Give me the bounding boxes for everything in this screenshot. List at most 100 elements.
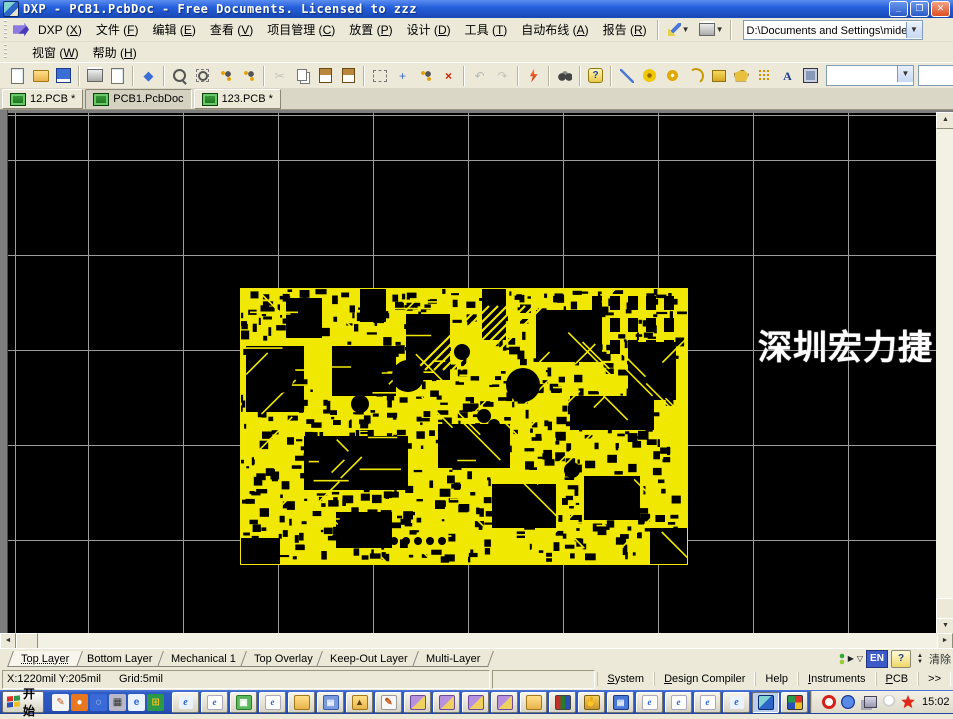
menu-item-7[interactable]: 工具 (T) — [458, 19, 515, 40]
layer-tab-mechanical-1[interactable]: Mechanical 1 — [157, 651, 250, 667]
copy-button[interactable] — [291, 65, 314, 87]
select-rect-button[interactable] — [368, 65, 391, 87]
filter-icon[interactable]: ▽ — [857, 654, 863, 663]
taskbar-button-15[interactable]: ▤ — [607, 692, 634, 713]
toolbar-combobox-dropdown-icon-0[interactable]: ▼ — [897, 66, 913, 82]
dropdown-arrow-icon[interactable]: ▼ — [682, 25, 690, 34]
menu-item-1[interactable]: 文件 (F) — [89, 19, 146, 40]
print-button[interactable] — [83, 65, 106, 87]
document-tab-2[interactable]: 123.PCB * — [194, 89, 281, 109]
fit-document-button[interactable] — [214, 65, 237, 87]
media-player-icon[interactable]: ● — [71, 694, 88, 711]
layer-tab-keep-out-layer[interactable]: Keep-Out Layer — [316, 651, 421, 667]
layer-tab-bottom-layer[interactable]: Bottom Layer — [73, 651, 166, 667]
scroll-right-icon[interactable]: ► — [937, 633, 953, 648]
taskbar-button-9[interactable] — [433, 692, 460, 713]
open-button[interactable] — [29, 65, 52, 87]
taskbar-button-18[interactable]: e — [694, 692, 721, 713]
tray-redring-icon[interactable] — [822, 695, 836, 709]
taskbar-button-4[interactable] — [288, 692, 315, 713]
paste-array-button[interactable] — [337, 65, 360, 87]
menu-grip[interactable] — [3, 20, 8, 38]
language-indicator[interactable]: EN — [866, 650, 888, 668]
document-tab-0[interactable]: 12.PCB * — [2, 89, 83, 109]
place-pad-button[interactable] — [638, 65, 661, 87]
tray-network-icon[interactable] — [864, 696, 877, 708]
menu-grip-2[interactable] — [3, 44, 8, 60]
language-options-icon[interactable]: ▲▼ — [914, 651, 926, 667]
fit-selection-button[interactable] — [237, 65, 260, 87]
offset-button[interactable] — [414, 65, 437, 87]
statusbar-button-pcb[interactable]: PCB — [876, 672, 919, 686]
taskbar-button-5[interactable]: ▤ — [317, 692, 344, 713]
place-text-button[interactable]: A — [776, 65, 799, 87]
taskbar-button-0[interactable]: e — [172, 692, 199, 713]
vertical-scroll-thumb[interactable] — [936, 598, 953, 620]
toolbar-combobox-0[interactable]: ▼ — [826, 65, 914, 86]
place-component-button[interactable] — [799, 65, 822, 87]
wizard-button[interactable]: ▼ — [668, 23, 693, 36]
menu-item-2[interactable]: 编辑 (E) — [146, 19, 203, 40]
scroll-left-icon[interactable]: ◄ — [0, 633, 16, 648]
layers-button[interactable]: ◆ — [137, 65, 160, 87]
show-desktop-icon[interactable]: ✎ — [52, 694, 69, 711]
place-polygon-button[interactable] — [730, 65, 753, 87]
menu-item-5[interactable]: 放置 (P) — [342, 19, 399, 40]
taskbar-button-13[interactable] — [549, 692, 576, 713]
close-button[interactable]: ✕ — [931, 1, 950, 17]
clear-filter-button[interactable]: × — [437, 65, 460, 87]
msn-icon[interactable]: ◌ — [90, 694, 107, 711]
horizontal-scrollbar[interactable]: ◄ ► — [0, 633, 953, 648]
restore-button[interactable]: ❐ — [910, 1, 929, 17]
document-tab-1[interactable]: PCB1.PcbDoc — [85, 89, 191, 109]
layer-tab-multi-layer[interactable]: Multi-Layer — [412, 651, 494, 667]
menu-item-row2-0[interactable]: 视窗 (W) — [25, 42, 86, 63]
place-via-button[interactable] — [661, 65, 684, 87]
taskbar-button-21[interactable] — [781, 692, 808, 713]
statusbar-button-design-compiler[interactable]: Design Compiler — [654, 672, 755, 686]
menu-item-3[interactable]: 查看 (V) — [203, 19, 260, 40]
new-document-button[interactable] — [6, 65, 29, 87]
statusbar-button-help[interactable]: Help — [755, 672, 798, 686]
taskbar-button-19[interactable]: e — [723, 692, 750, 713]
taskbar-button-2[interactable]: ▣ — [230, 692, 257, 713]
panel-arrow-icon[interactable]: ▶ — [848, 654, 854, 663]
place-line-button[interactable] — [615, 65, 638, 87]
place-array-button[interactable] — [753, 65, 776, 87]
pcb-canvas[interactable]: 深圳宏力捷 ▲ ▼ ◄ ► — [0, 110, 953, 648]
taskbar-button-11[interactable] — [491, 692, 518, 713]
taskbar-button-16[interactable]: e — [636, 692, 663, 713]
menu-item-row2-1[interactable]: 帮助 (H) — [86, 42, 144, 63]
taskbar-button-14[interactable]: ✋ — [578, 692, 605, 713]
taskbar-button-20[interactable] — [752, 692, 779, 713]
taskbar-button-1[interactable]: e — [201, 692, 228, 713]
ie-icon[interactable]: e — [128, 694, 145, 711]
place-arc-button[interactable] — [684, 65, 707, 87]
horizontal-scroll-thumb[interactable] — [16, 633, 38, 648]
menu-item-8[interactable]: 自动布线 (A) — [514, 19, 595, 40]
tray-whitebulb-icon[interactable] — [882, 695, 896, 709]
statusbar-button-system[interactable]: System — [597, 672, 654, 686]
vertical-scrollbar[interactable]: ▲ ▼ — [936, 112, 953, 633]
menu-item-9[interactable]: 报告 (R) — [596, 19, 654, 40]
taskbar-button-12[interactable] — [520, 692, 547, 713]
pcb-artwork[interactable] — [240, 288, 688, 565]
minimize-button[interactable]: _ — [889, 1, 908, 17]
help-button[interactable]: ? — [584, 65, 607, 87]
taskbar-button-7[interactable]: ✎ — [375, 692, 402, 713]
taskbar-button-6[interactable]: ▲ — [346, 692, 373, 713]
tray-bluecircle-icon[interactable] — [841, 695, 855, 709]
clear-label[interactable]: 清除 — [929, 651, 951, 667]
save-button[interactable] — [52, 65, 75, 87]
place-fill-button[interactable] — [707, 65, 730, 87]
find-similar-button[interactable] — [553, 65, 576, 87]
print-preview-button[interactable] — [106, 65, 129, 87]
zoom-selection-button[interactable] — [191, 65, 214, 87]
windows-icon[interactable]: ⊞ — [147, 694, 164, 711]
statusbar-button--[interactable]: >> — [918, 672, 951, 686]
language-help-button[interactable]: ? — [891, 650, 911, 668]
interactive-route-button[interactable] — [522, 65, 545, 87]
menu-item-6[interactable]: 设计 (D) — [400, 19, 458, 40]
zoom-area-button[interactable] — [168, 65, 191, 87]
layer-tab-top-overlay[interactable]: Top Overlay — [240, 651, 327, 667]
